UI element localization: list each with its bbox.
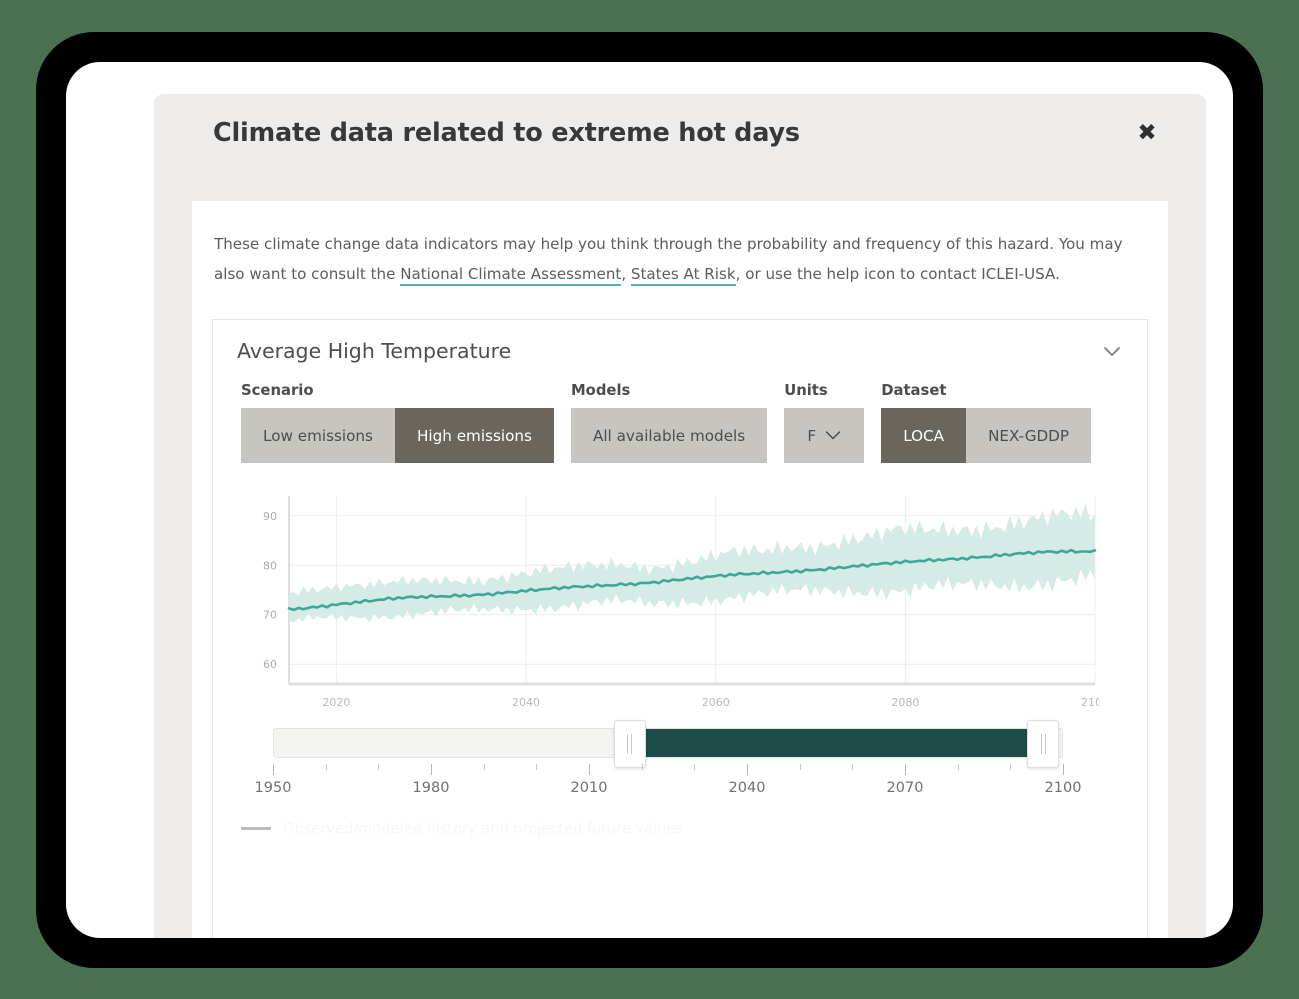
dataset-option-2[interactable]: NEX-GDDP (966, 408, 1092, 463)
modal-header: Climate data related to extreme hot days… (154, 94, 1206, 173)
control-row-models: All available models (570, 408, 768, 463)
chevron-down-icon (825, 427, 841, 445)
slider-tick (1063, 764, 1064, 775)
control-label-models: Models (570, 382, 631, 399)
dataset-option-1[interactable]: LOCA (881, 408, 967, 463)
slider-handle-end[interactable] (1027, 720, 1060, 768)
slider-tick-label: 1950 (254, 780, 292, 796)
grip-line (631, 734, 633, 754)
svg-text:2100: 2100 (1081, 696, 1099, 709)
slider-tick (325, 764, 327, 770)
year-range-slider[interactable]: 1950 1980 2010 2040 2070 2100 (255, 720, 1082, 800)
link-states-at-risk[interactable]: States At Risk (630, 265, 736, 286)
slider-handle-start[interactable] (613, 720, 646, 768)
grip-line (1044, 734, 1046, 754)
slider-tick-labels: 1950 1980 2010 2040 2070 2100 (255, 780, 1082, 800)
control-group-units: Units F (784, 382, 865, 463)
indicator-title: Average High Temperature (237, 339, 512, 363)
intro-sep-2: , (735, 265, 746, 283)
slider-tick (431, 764, 432, 775)
intro-paragraph: These climate change data indicators may… (214, 229, 1146, 289)
slider-tick-label: 1980 (412, 780, 450, 796)
slider-track[interactable] (273, 720, 1063, 768)
device-screen: Climate data related to extreme hot days… (66, 62, 1233, 938)
slider-tick-label: 2100 (1044, 780, 1082, 796)
slider-tick (905, 764, 906, 775)
slider-tick (273, 764, 274, 775)
control-group-scenario: Scenario Low emissions High emissions (241, 382, 554, 463)
svg-text:80: 80 (263, 559, 277, 572)
link-national-climate-assessment[interactable]: National Climate Assessment (400, 265, 622, 286)
units-value: F (807, 426, 817, 445)
intro-text-2: or use the help icon to contact ICLEI-US… (745, 265, 1060, 283)
svg-text:60: 60 (263, 658, 277, 671)
legend-line-swatch (241, 827, 271, 830)
control-row-scenario: Low emissions High emissions (241, 408, 554, 463)
grip-line (627, 734, 629, 754)
slider-tick (852, 764, 854, 770)
slider-tick (536, 764, 538, 770)
slider-ticks (273, 764, 1064, 776)
slider-tick (957, 764, 959, 770)
svg-text:2020: 2020 (322, 696, 350, 709)
temperature-chart[interactable]: 60 70 80 90 2020 2040 2060 2080 2100 (241, 490, 1099, 720)
legend-label: Observed/modeled history and projected f… (283, 820, 684, 837)
control-row-units: F (784, 408, 865, 463)
slider-tick (378, 764, 380, 770)
modal-body: These climate change data indicators may… (192, 201, 1168, 938)
chart-legend: Observed/modeled history and projected f… (241, 820, 683, 837)
slider-tick (1010, 764, 1012, 770)
slider-tick (747, 764, 748, 775)
slider-tick-label: 2070 (886, 780, 924, 796)
slider-tick (799, 764, 801, 770)
svg-text:2040: 2040 (512, 696, 540, 709)
close-icon[interactable]: ✖ (1130, 116, 1164, 150)
models-option-1[interactable]: All available models (570, 408, 768, 463)
slider-tick-label: 2010 (570, 780, 608, 796)
slider-tick-label: 2040 (728, 780, 766, 796)
chevron-down-icon[interactable] (1099, 338, 1125, 364)
indicator-panel-header[interactable]: Average High Temperature (213, 320, 1147, 382)
climate-data-modal: Climate data related to extreme hot days… (154, 94, 1206, 938)
scenario-option-1[interactable]: Low emissions (241, 408, 395, 463)
control-label-dataset: Dataset (881, 382, 947, 399)
svg-text:2060: 2060 (702, 696, 730, 709)
units-dropdown[interactable]: F (784, 408, 865, 463)
slider-tick (589, 764, 590, 775)
device-bezel: Climate data related to extreme hot days… (36, 32, 1263, 968)
control-label-units: Units (784, 382, 828, 399)
indicator-panel: Average High Temperature Scenario Low emi… (212, 319, 1148, 938)
intro-sep-1: , (621, 265, 631, 283)
svg-text:90: 90 (263, 510, 277, 523)
chart-controls: Scenario Low emissions High emissions Model… (241, 382, 1092, 463)
control-row-dataset: LOCA NEX-GDDP (881, 408, 1092, 463)
slider-selected-range (638, 729, 1051, 757)
control-group-models: Models All available models (570, 382, 768, 463)
svg-text:70: 70 (263, 609, 277, 622)
slider-tick (694, 764, 696, 770)
slider-tick (483, 764, 485, 770)
scenario-option-2[interactable]: High emissions (394, 408, 554, 463)
slider-tick (641, 764, 643, 770)
svg-text:2080: 2080 (891, 696, 919, 709)
page-title: Climate data related to extreme hot days (213, 118, 800, 148)
grip-line (1040, 734, 1042, 754)
control-label-scenario: Scenario (241, 382, 314, 399)
control-group-dataset: Dataset LOCA NEX-GDDP (881, 382, 1092, 463)
